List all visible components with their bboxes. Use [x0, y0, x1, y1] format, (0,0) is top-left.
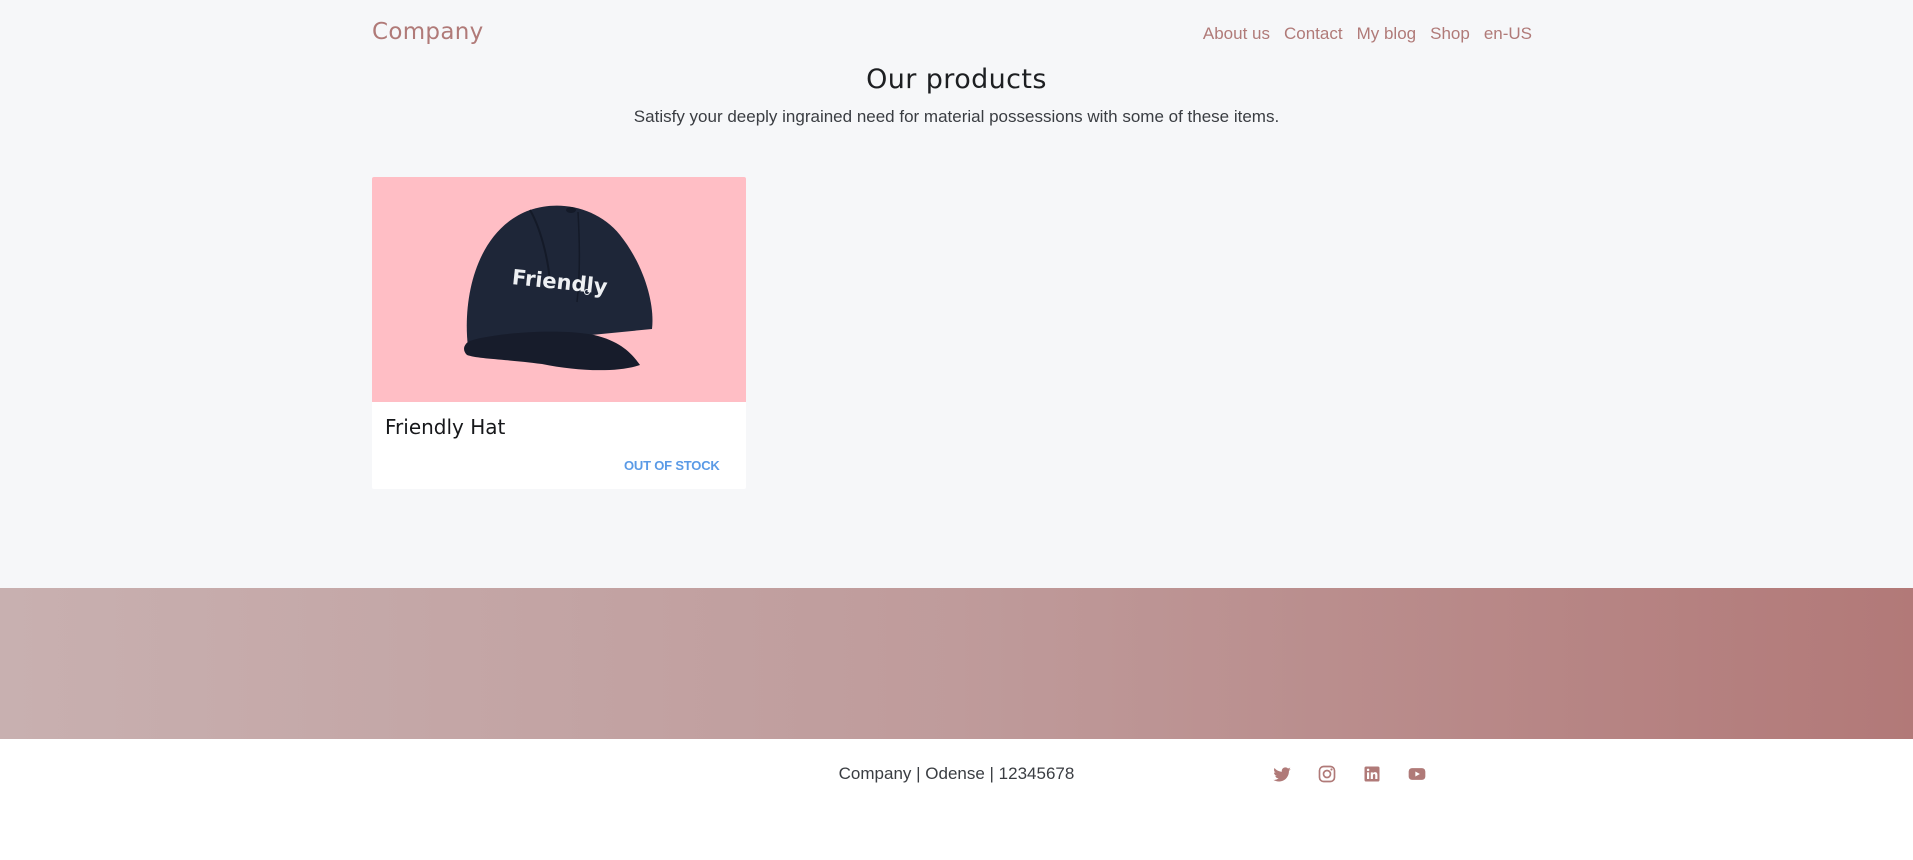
product-title: Friendly Hat [385, 415, 506, 439]
stock-status: OUT OF STOCK [624, 458, 720, 473]
language-selector[interactable]: en-US [1484, 24, 1532, 44]
gradient-banner [0, 588, 1913, 739]
twitter-icon[interactable] [1272, 764, 1292, 784]
brand-logo[interactable]: Company [372, 19, 484, 45]
nav-my-blog[interactable]: My blog [1357, 24, 1417, 44]
main-nav: About us Contact My blog Shop en-US [1203, 24, 1532, 44]
hero-section: Our products Satisfy your deeply ingrain… [0, 64, 1913, 127]
instagram-icon[interactable] [1317, 764, 1337, 784]
youtube-icon[interactable] [1407, 764, 1427, 784]
site-footer: Company | Odense | 12345678 [0, 739, 1913, 860]
linkedin-icon[interactable] [1362, 764, 1382, 784]
social-links [1272, 764, 1427, 784]
product-image: Friendly [372, 177, 746, 402]
page-title: Our products [866, 64, 1047, 95]
nav-about-us[interactable]: About us [1203, 24, 1270, 44]
cap-image: Friendly [464, 205, 653, 371]
nav-shop[interactable]: Shop [1430, 24, 1470, 44]
footer-info: Company | Odense | 12345678 [838, 764, 1075, 783]
nav-contact[interactable]: Contact [1284, 24, 1343, 44]
page-subtitle: Satisfy your deeply ingrained need for m… [633, 107, 1280, 126]
site-header: Company About us Contact My blog Shop en… [372, 0, 1532, 70]
product-card[interactable]: Friendly Friendly Hat OUT OF STOCK [372, 177, 746, 489]
